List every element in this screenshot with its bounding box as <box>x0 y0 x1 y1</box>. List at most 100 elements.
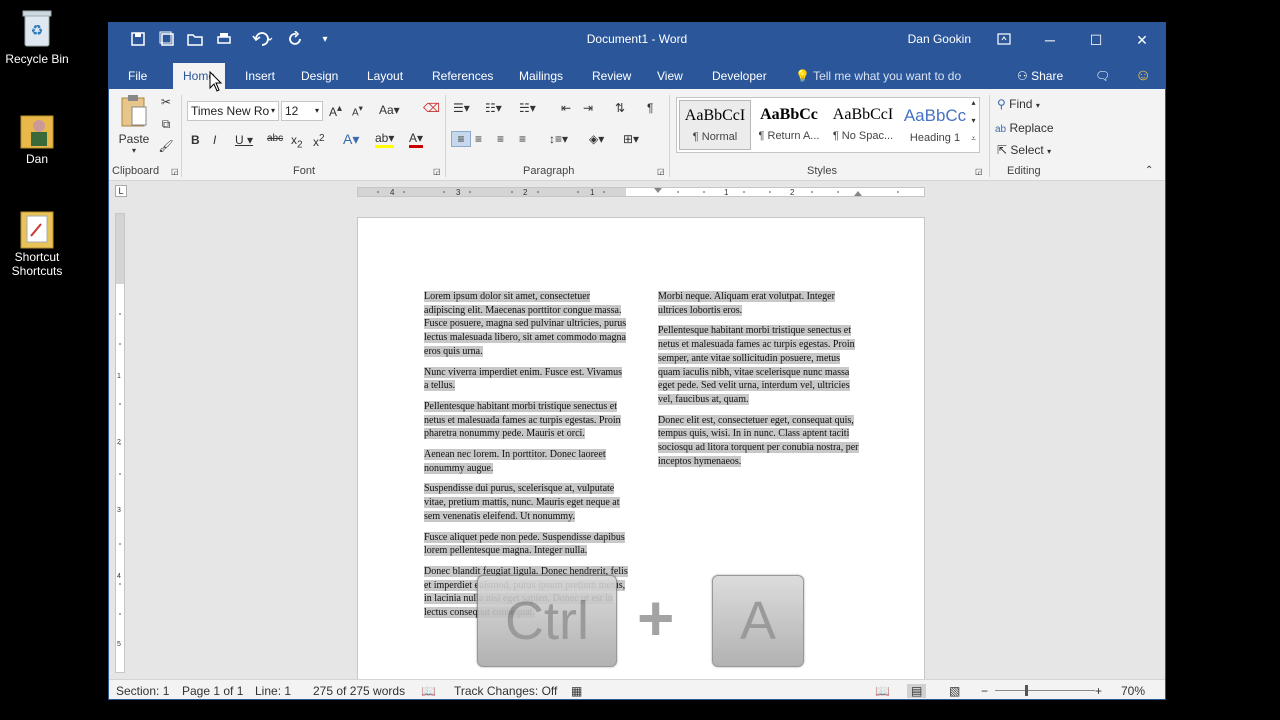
title-bar: ▾ Document1 - Word Dan Gookin ─ ☐ ✕ <box>109 23 1165 57</box>
styles-more-icon[interactable]: ⩡ <box>967 134 980 144</box>
desktop-icon-dan[interactable]: Dan <box>0 108 74 166</box>
grow-font-icon[interactable]: A▴ <box>329 103 342 119</box>
web-layout-icon[interactable]: ▧ <box>949 684 960 698</box>
sort-icon[interactable]: ⇅ <box>615 101 625 115</box>
align-center-button[interactable]: ≡ <box>475 132 482 146</box>
tab-review[interactable]: Review <box>582 63 641 89</box>
shrink-font-icon[interactable]: A▾ <box>352 103 363 118</box>
comments-icon[interactable]: 🗨 <box>1085 63 1120 89</box>
align-left-button[interactable]: ≡ <box>451 131 471 147</box>
maximize-button[interactable]: ☐ <box>1073 27 1119 53</box>
read-mode-icon[interactable]: 📖 <box>875 684 890 698</box>
font-color-icon[interactable]: A▾ <box>409 131 424 148</box>
document-paragraph[interactable]: Aenean nec lorem. In porttitor. Donec la… <box>424 448 628 475</box>
replace-button[interactable]: ab Replace <box>995 121 1054 135</box>
subscript-button[interactable]: x2 <box>291 133 303 150</box>
close-button[interactable]: ✕ <box>1119 27 1165 53</box>
document-paragraph[interactable]: Morbi neque. Aliquam erat volutpat. Inte… <box>658 290 862 317</box>
select-button[interactable]: ⇱ Select ▾ <box>997 143 1051 157</box>
paste-button[interactable]: Paste ▾ <box>117 93 151 157</box>
tab-view[interactable]: View <box>647 63 693 89</box>
style-sample: AaBbCcI <box>684 107 746 124</box>
document-paragraph[interactable]: Pellentesque habitant morbi tristique se… <box>424 400 628 441</box>
bold-button[interactable]: B <box>191 133 200 147</box>
format-painter-icon[interactable]: 🖌 <box>157 139 175 153</box>
dialog-launcher-icon[interactable]: ◲ <box>433 167 441 176</box>
line-spacing-icon[interactable]: ↕≡▾ <box>549 132 568 146</box>
desktop-icon-shortcuts[interactable]: Shortcut Shortcuts <box>0 206 74 278</box>
font-name-combo[interactable]: Times New Ro ▾ <box>187 101 279 121</box>
proofing-icon[interactable]: 📖 <box>421 684 436 698</box>
zoom-level[interactable]: 70% <box>1121 684 1145 698</box>
share-button[interactable]: ⚇ Share <box>1007 63 1073 89</box>
clear-formatting-icon[interactable]: ⌫ <box>423 101 440 115</box>
align-right-button[interactable]: ≡ <box>497 132 504 146</box>
tab-file[interactable]: File <box>118 63 157 89</box>
zoom-in-button[interactable]: + <box>1095 684 1102 698</box>
find-button[interactable]: ⚲ Find ▾ <box>997 97 1040 111</box>
document-paragraph[interactable]: Nunc viverra imperdiet enim. Fusce est. … <box>424 366 628 393</box>
highlight-color-icon[interactable]: ab▾ <box>375 131 395 148</box>
minimize-button[interactable]: ─ <box>1027 27 1073 53</box>
copy-icon[interactable]: ⧉ <box>157 117 175 132</box>
document-paragraph[interactable]: Fusce aliquet pede non pede. Suspendisse… <box>424 531 628 558</box>
section-indicator[interactable]: Section: 1 <box>116 684 169 698</box>
tab-insert[interactable]: Insert <box>235 63 285 89</box>
dialog-launcher-icon[interactable]: ◲ <box>657 167 665 176</box>
page-indicator[interactable]: Page 1 of 1 <box>182 684 243 698</box>
document-paragraph[interactable]: Suspendisse dui purus, scelerisque at, v… <box>424 482 628 523</box>
decrease-indent-icon[interactable]: ⇤ <box>561 101 571 115</box>
macro-recording-icon[interactable]: ▦ <box>571 684 582 698</box>
tell-me-box[interactable]: 💡 Tell me what you want to do <box>785 63 971 89</box>
document-area[interactable]: Lorem ipsum dolor sit amet, consectetuer… <box>129 201 1159 679</box>
style-normal[interactable]: AaBbCcI ¶ Normal <box>679 100 751 150</box>
tab-mailings[interactable]: Mailings <box>509 63 573 89</box>
shading-icon[interactable]: ◈▾ <box>589 132 604 146</box>
font-size-combo[interactable]: 12 ▾ <box>281 101 323 121</box>
print-layout-icon[interactable]: ▤ <box>907 684 927 698</box>
user-name[interactable]: Dan Gookin <box>908 32 971 46</box>
tab-selector-icon[interactable]: L <box>115 185 127 197</box>
dialog-launcher-icon[interactable]: ◲ <box>171 167 179 176</box>
italic-button[interactable]: I <box>213 133 216 147</box>
ribbon-display-options-icon[interactable] <box>981 27 1027 53</box>
style-no-spacing[interactable]: AaBbCcI ¶ No Spac... <box>827 100 899 150</box>
bullets-icon[interactable]: ☰▾ <box>453 101 470 115</box>
zoom-slider-thumb[interactable] <box>1025 685 1028 696</box>
numbering-icon[interactable]: ☷▾ <box>485 101 502 115</box>
line-indicator[interactable]: Line: 1 <box>255 684 291 698</box>
styles-scroll-up-icon[interactable]: ▴ <box>967 98 980 107</box>
borders-icon[interactable]: ⊞▾ <box>623 132 639 146</box>
cut-icon[interactable]: ✂ <box>157 95 175 109</box>
horizontal-ruler[interactable]: 4 3 2 1 1 2 <box>357 187 925 197</box>
strikethrough-button[interactable]: abc <box>267 133 283 144</box>
tab-references[interactable]: References <box>422 63 503 89</box>
style-heading-1[interactable]: AaBbCc Heading 1 <box>899 100 971 150</box>
multilevel-list-icon[interactable]: ☵▾ <box>519 101 536 115</box>
justify-button[interactable]: ≡ <box>519 132 526 146</box>
change-case-icon[interactable]: Aa▾ <box>379 103 400 117</box>
document-paragraph[interactable]: Donec elit est, consectetuer eget, conse… <box>658 414 862 469</box>
tab-developer[interactable]: Developer <box>702 63 777 89</box>
track-changes-indicator[interactable]: Track Changes: Off <box>454 684 557 698</box>
show-formatting-icon[interactable]: ¶ <box>647 101 653 115</box>
zoom-slider[interactable] <box>995 690 1095 691</box>
dialog-launcher-icon[interactable]: ◲ <box>975 167 983 176</box>
text-effects-icon[interactable]: A▾ <box>343 131 359 148</box>
right-column[interactable]: Morbi neque. Aliquam erat volutpat. Inte… <box>658 290 862 475</box>
vertical-ruler[interactable]: 1 2 3 4 5 <box>115 213 125 673</box>
word-count[interactable]: 275 of 275 words <box>313 684 405 698</box>
styles-scroll-down-icon[interactable]: ▾ <box>967 116 980 125</box>
collapse-ribbon-icon[interactable]: ⌃ <box>1145 165 1153 176</box>
zoom-out-button[interactable]: − <box>981 684 988 698</box>
document-paragraph[interactable]: Pellentesque habitant morbi tristique se… <box>658 324 862 406</box>
document-paragraph[interactable]: Lorem ipsum dolor sit amet, consectetuer… <box>424 290 628 359</box>
style-return-address[interactable]: AaBbCc ¶ Return A... <box>753 100 825 150</box>
tab-design[interactable]: Design <box>291 63 348 89</box>
tab-layout[interactable]: Layout <box>357 63 413 89</box>
underline-button[interactable]: U ▾ <box>235 133 253 147</box>
superscript-button[interactable]: x2 <box>313 133 325 149</box>
smiley-feedback-icon[interactable]: ☺ <box>1125 63 1161 89</box>
desktop-icon-recycle-bin[interactable]: ♻ Recycle Bin <box>0 8 74 66</box>
increase-indent-icon[interactable]: ⇥ <box>583 101 593 115</box>
